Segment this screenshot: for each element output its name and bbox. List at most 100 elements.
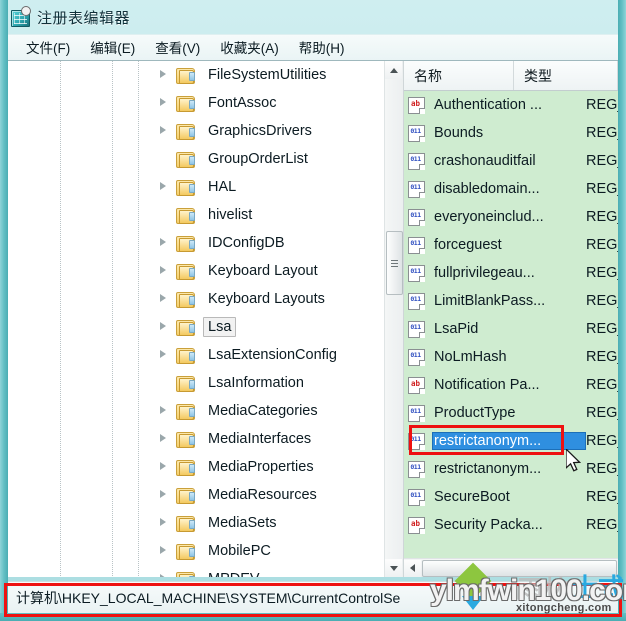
registry-path-text: 计算机\HKEY_LOCAL_MACHINE\SYSTEM\CurrentCon… (16, 589, 401, 606)
list-row[interactable]: 011 LsaPid REG_DW (404, 315, 618, 343)
chevron-left-icon (410, 564, 415, 572)
tree-item[interactable]: MediaCategories (8, 397, 385, 425)
tree-item[interactable]: FileSystemUtilities (8, 61, 385, 89)
tree-item[interactable]: GraphicsDrivers (8, 117, 385, 145)
tree-item[interactable]: MediaResources (8, 481, 385, 509)
tree-item[interactable]: MediaProperties (8, 453, 385, 481)
tree-scroll-thumb[interactable] (386, 231, 403, 295)
column-header-type[interactable]: 类型 (514, 61, 618, 90)
list-row[interactable]: 011 everyoneinclud... REG_DW (404, 203, 618, 231)
value-name: Authentication ... (434, 97, 543, 113)
chevron-right-icon[interactable] (160, 238, 166, 246)
list-row[interactable]: 011 disabledomain... REG_DW (404, 175, 618, 203)
tree-item[interactable]: Lsa (8, 313, 385, 341)
chevron-right-icon[interactable] (160, 294, 166, 302)
list-row[interactable]: 011 forceguest REG_DW (404, 231, 618, 259)
list-row[interactable]: 011 SecureBoot REG_DW (404, 483, 618, 511)
binary-value-icon: 011 (408, 237, 425, 254)
column-header-name[interactable]: 名称 (404, 61, 514, 90)
chevron-right-icon[interactable] (160, 182, 166, 190)
list-row[interactable]: ab Notification Pa... REG_MU (404, 371, 618, 399)
chevron-right-icon[interactable] (160, 266, 166, 274)
menu-item-favorites[interactable]: 收藏夹(A) (210, 35, 289, 60)
list-horizontal-scrollbar[interactable] (404, 558, 618, 577)
tree-item[interactable]: MobilePC (8, 537, 385, 565)
registry-tree[interactable]: FileSystemUtilities FontAssoc GraphicsDriv… (8, 61, 385, 577)
folder-icon (176, 319, 195, 336)
menu-item-file[interactable]: 文件(F) (16, 35, 80, 60)
tree-vertical-scrollbar[interactable] (384, 61, 403, 577)
value-name: restrictanonym... (432, 432, 586, 450)
folder-icon (176, 375, 195, 392)
folder-icon (176, 67, 195, 84)
tree-item[interactable]: GroupOrderList (8, 145, 385, 173)
list-scroll-thumb[interactable] (422, 559, 617, 577)
tree-item[interactable]: Keyboard Layouts (8, 285, 385, 313)
value-type: REG_DW (586, 349, 618, 365)
window-frame-right (618, 0, 626, 621)
tree-item-label: hivelist (208, 206, 253, 223)
window-title: 注册表编辑器 (37, 9, 131, 27)
chevron-right-icon[interactable] (160, 434, 166, 442)
folder-icon (176, 543, 195, 560)
list-row[interactable]: 011restrictanonym...REG_DV (404, 427, 618, 455)
chevron-right-icon[interactable] (160, 350, 166, 358)
menu-item-edit[interactable]: 编辑(E) (80, 35, 145, 60)
tree-item[interactable]: HAL (8, 173, 385, 201)
value-type: REG_MU (586, 517, 618, 533)
tree-item-label: Lsa (203, 316, 237, 338)
chevron-right-icon[interactable] (160, 518, 166, 526)
chevron-right-icon[interactable] (160, 70, 166, 78)
value-name: LimitBlankPass... (434, 293, 546, 309)
tree-item[interactable]: LsaExtensionConfig (8, 341, 385, 369)
chevron-right-icon[interactable] (160, 126, 166, 134)
chevron-right-icon[interactable] (160, 574, 166, 577)
tree-item[interactable]: MPDEV (8, 565, 385, 577)
value-name: restrictanonym... (434, 461, 542, 477)
tree-item[interactable]: LsaInformation (8, 369, 385, 397)
chevron-right-icon[interactable] (160, 462, 166, 470)
value-type: REG_DW (586, 209, 618, 225)
tree-item[interactable]: FontAssoc (8, 89, 385, 117)
list-row[interactable]: 011 crashonauditfail REG_DW (404, 147, 618, 175)
chevron-right-icon[interactable] (160, 406, 166, 414)
list-scroll-left-button[interactable] (404, 559, 421, 577)
list-row[interactable]: ab Security Packa... REG_MU (404, 511, 618, 539)
list-row[interactable]: 011 Bounds REG_BI (404, 119, 618, 147)
tree-item[interactable]: IDConfigDB (8, 229, 385, 257)
list-row[interactable]: 011 fullprivilegeau... REG_BI (404, 259, 618, 287)
tree-scroll-up-button[interactable] (385, 61, 402, 79)
list-row[interactable]: ab Authentication ... REG_MU (404, 91, 618, 119)
value-name: NoLmHash (434, 349, 507, 365)
tree-item-label: LsaInformation (208, 374, 304, 391)
tree-scroll-down-button[interactable] (385, 559, 402, 577)
tree-item-label: Keyboard Layout (208, 262, 318, 279)
title-bar: 注册表编辑器 (0, 0, 626, 34)
chevron-right-icon[interactable] (160, 322, 166, 330)
folder-icon (176, 347, 195, 364)
chevron-right-icon[interactable] (160, 546, 166, 554)
folder-icon (176, 459, 195, 476)
menu-item-view[interactable]: 查看(V) (145, 35, 210, 60)
tree-item-label: GroupOrderList (208, 150, 308, 167)
list-row[interactable]: 011 ProductType REG_DW (404, 399, 618, 427)
folder-icon (176, 263, 195, 280)
folder-icon (176, 571, 195, 577)
tree-item[interactable]: MediaInterfaces (8, 425, 385, 453)
registry-values-list[interactable]: ab Authentication ... REG_MU 011 Bounds REG_B… (404, 91, 618, 559)
list-row[interactable]: 011 NoLmHash REG_DW (404, 343, 618, 371)
list-row[interactable]: 011restrictanonym...REG_DV (404, 455, 618, 483)
tree-item[interactable]: Keyboard Layout (8, 257, 385, 285)
chevron-right-icon[interactable] (160, 490, 166, 498)
value-type: REG_DW (586, 405, 618, 421)
tree-item-label: HAL (208, 178, 237, 195)
folder-icon (176, 235, 195, 252)
value-name: Security Packa... (434, 517, 543, 533)
tree-item[interactable]: MediaSets (8, 509, 385, 537)
chevron-right-icon[interactable] (160, 98, 166, 106)
list-row[interactable]: 011 LimitBlankPass... REG_DW (404, 287, 618, 315)
menu-item-help[interactable]: 帮助(H) (289, 35, 355, 60)
folder-icon (176, 207, 195, 224)
tree-item-label: IDConfigDB (208, 234, 285, 251)
tree-item[interactable]: hivelist (8, 201, 385, 229)
